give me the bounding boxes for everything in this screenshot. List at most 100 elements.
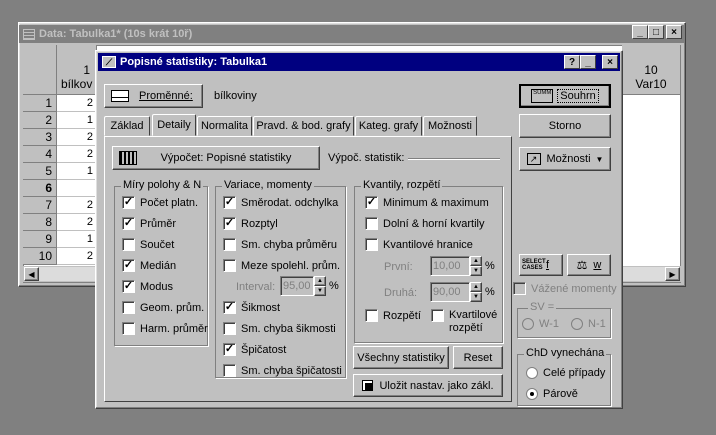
checkbox-variation_items-0[interactable]: ✓ Směrodat. odchylka	[223, 196, 338, 209]
compute-button[interactable]: Výpočet: Popisné statistiky	[112, 146, 320, 170]
spinner-arrows-icon[interactable]: ▲ ▼	[314, 276, 326, 296]
table-cell[interactable]: 2	[57, 129, 97, 146]
row-header[interactable]: 8	[23, 214, 57, 231]
checkbox-box[interactable]	[223, 238, 236, 251]
checkbox-box[interactable]	[365, 309, 378, 322]
first-spinner[interactable]: 10,00 ▲ ▼ %	[430, 256, 495, 276]
weight-button[interactable]: ⚖ w	[567, 254, 611, 276]
row-header[interactable]: 4	[23, 146, 57, 163]
cancel-button[interactable]: Storno	[519, 114, 611, 138]
row-header[interactable]: 3	[23, 129, 57, 146]
checkbox-box[interactable]	[223, 259, 236, 272]
checkbox-box[interactable]: ✓	[223, 301, 236, 314]
row-header[interactable]: 2	[23, 112, 57, 129]
checkbox-box[interactable]	[365, 217, 378, 230]
options-button[interactable]: ↗ Možnosti ▼	[519, 147, 611, 171]
second-spinner[interactable]: 90,00 ▲ ▼ %	[430, 282, 495, 302]
table-cell[interactable]	[57, 180, 97, 197]
checkbox-box[interactable]	[365, 238, 378, 251]
table-cell[interactable]: 2	[57, 248, 97, 265]
scroll-right-icon[interactable]: ▶	[665, 267, 680, 281]
checkbox-box[interactable]	[122, 238, 135, 251]
checkbox-quantile_items-2[interactable]: Kvantilové hranice	[365, 238, 473, 251]
checkbox-box[interactable]	[223, 322, 236, 335]
row-header[interactable]: 10	[23, 248, 57, 265]
table-cell[interactable]: 1	[57, 163, 97, 180]
checkbox-box[interactable]: ✓	[365, 196, 378, 209]
checkbox-variation_items-3[interactable]: Meze spolehl. prům.	[223, 259, 340, 272]
checkbox-variation_items2-0[interactable]: ✓ Šikmost	[223, 301, 280, 314]
table-cell[interactable]: 1	[57, 112, 97, 129]
checkbox-quantile_items-0[interactable]: ✓ Minimum & maximum	[365, 196, 489, 209]
checkbox-box[interactable]: ✓	[223, 196, 236, 209]
row-header[interactable]: 1	[23, 95, 57, 112]
dialog-titlebar[interactable]: ⟋ Popisné statistiky: Tabulka1	[98, 53, 620, 71]
close-button[interactable]: ×	[666, 25, 682, 39]
checkbox-box[interactable]: ✓	[223, 343, 236, 356]
checkbox-variation_items-2[interactable]: Sm. chyba průměru	[223, 238, 337, 251]
variables-button[interactable]: Proměnné:	[104, 84, 203, 108]
minimize-button[interactable]: _	[580, 55, 596, 69]
checkbox-variation_items-1[interactable]: ✓ Rozptyl	[223, 217, 278, 230]
interval-input[interactable]: 95,00	[280, 276, 314, 296]
table-cell[interactable]: 1	[57, 231, 97, 248]
table-cell[interactable]: 2	[57, 146, 97, 163]
checkbox-box[interactable]: ✓	[122, 259, 135, 272]
table-cell[interactable]: 2	[57, 214, 97, 231]
tab-pravd-bod-grafy[interactable]: Pravd. & bod. grafy	[253, 116, 354, 136]
tab-moznosti[interactable]: Možnosti	[423, 116, 477, 136]
weighted-moments-checkbox[interactable]: Vážené momenty	[513, 282, 617, 295]
checkbox-location_items-0[interactable]: ✓ Počet platn.	[122, 196, 198, 209]
md-casewise-radio[interactable]: Celé případy	[526, 367, 605, 379]
checkbox-box[interactable]	[223, 364, 236, 377]
checkbox-location_items-3[interactable]: ✓ Medián	[122, 259, 176, 272]
sv-w1-radio[interactable]: W-1	[522, 318, 559, 330]
tab-normalita[interactable]: Normalita	[197, 116, 252, 136]
row-header[interactable]: 7	[23, 197, 57, 214]
checkbox-variation_items2-3[interactable]: Sm. chyba špičatosti	[223, 364, 342, 377]
checkbox-quantile_items-1[interactable]: Dolní & horní kvartily	[365, 217, 484, 230]
scroll-left-icon[interactable]: ◀	[24, 267, 39, 281]
range-checkbox[interactable]: Rozpětí	[365, 309, 421, 322]
column-header-1[interactable]: 1 bílkov	[57, 45, 97, 95]
radio-circle[interactable]	[522, 318, 534, 330]
save-defaults-button[interactable]: Uložit nastav. jako zákl.	[353, 374, 503, 397]
summary-button[interactable]: SUMM Souhrn	[519, 84, 611, 108]
checkbox-box[interactable]	[431, 309, 444, 322]
second-input[interactable]: 90,00	[430, 282, 470, 302]
iqr-checkbox[interactable]: Kvartilové rozpětí	[431, 309, 507, 335]
tab-zaklad[interactable]: Základ	[104, 116, 150, 136]
radio-circle[interactable]	[526, 388, 538, 400]
select-cases-button[interactable]: SELECT CASES f	[519, 254, 563, 276]
tab-detaily[interactable]: Detaily	[152, 114, 196, 136]
md-pairwise-radio[interactable]: Párově	[526, 388, 578, 400]
checkbox-box[interactable]: ✓	[122, 280, 135, 293]
checkbox-box[interactable]	[122, 301, 135, 314]
first-input[interactable]: 10,00	[430, 256, 470, 276]
checkbox-box[interactable]	[513, 282, 526, 295]
interval-spinner[interactable]: 95,00 ▲ ▼ %	[280, 276, 339, 296]
row-header[interactable]: 9	[23, 231, 57, 248]
sv-n1-radio[interactable]: N-1	[571, 318, 606, 330]
help-button[interactable]: ?	[564, 55, 580, 69]
row-header[interactable]: 5	[23, 163, 57, 180]
checkbox-location_items-5[interactable]: Geom. prům.	[122, 301, 204, 314]
reset-button[interactable]: Reset	[453, 346, 503, 369]
column-header-10[interactable]: 10 Var10	[622, 45, 681, 95]
spinner-arrows-icon[interactable]: ▲ ▼	[470, 282, 482, 302]
maximize-button[interactable]: □	[648, 25, 664, 39]
row-header[interactable]: 6	[23, 180, 57, 197]
checkbox-location_items-1[interactable]: ✓ Průměr	[122, 217, 176, 230]
data-window-titlebar[interactable]: Data: Tabulka1* (10s krát 10ř)	[19, 25, 685, 43]
all-stats-button[interactable]: Všechny statistiky	[353, 346, 449, 369]
checkbox-location_items-4[interactable]: ✓ Modus	[122, 280, 173, 293]
spinner-arrows-icon[interactable]: ▲ ▼	[470, 256, 482, 276]
checkbox-location_items-6[interactable]: Harm. průměr	[122, 322, 208, 335]
radio-circle[interactable]	[571, 318, 583, 330]
tab-kateg-grafy[interactable]: Kateg. grafy	[355, 116, 422, 136]
radio-circle[interactable]	[526, 367, 538, 379]
checkbox-box[interactable]: ✓	[122, 196, 135, 209]
checkbox-variation_items2-2[interactable]: ✓ Špičatost	[223, 343, 286, 356]
close-button[interactable]: ×	[602, 55, 618, 69]
table-cell[interactable]: 2	[57, 197, 97, 214]
